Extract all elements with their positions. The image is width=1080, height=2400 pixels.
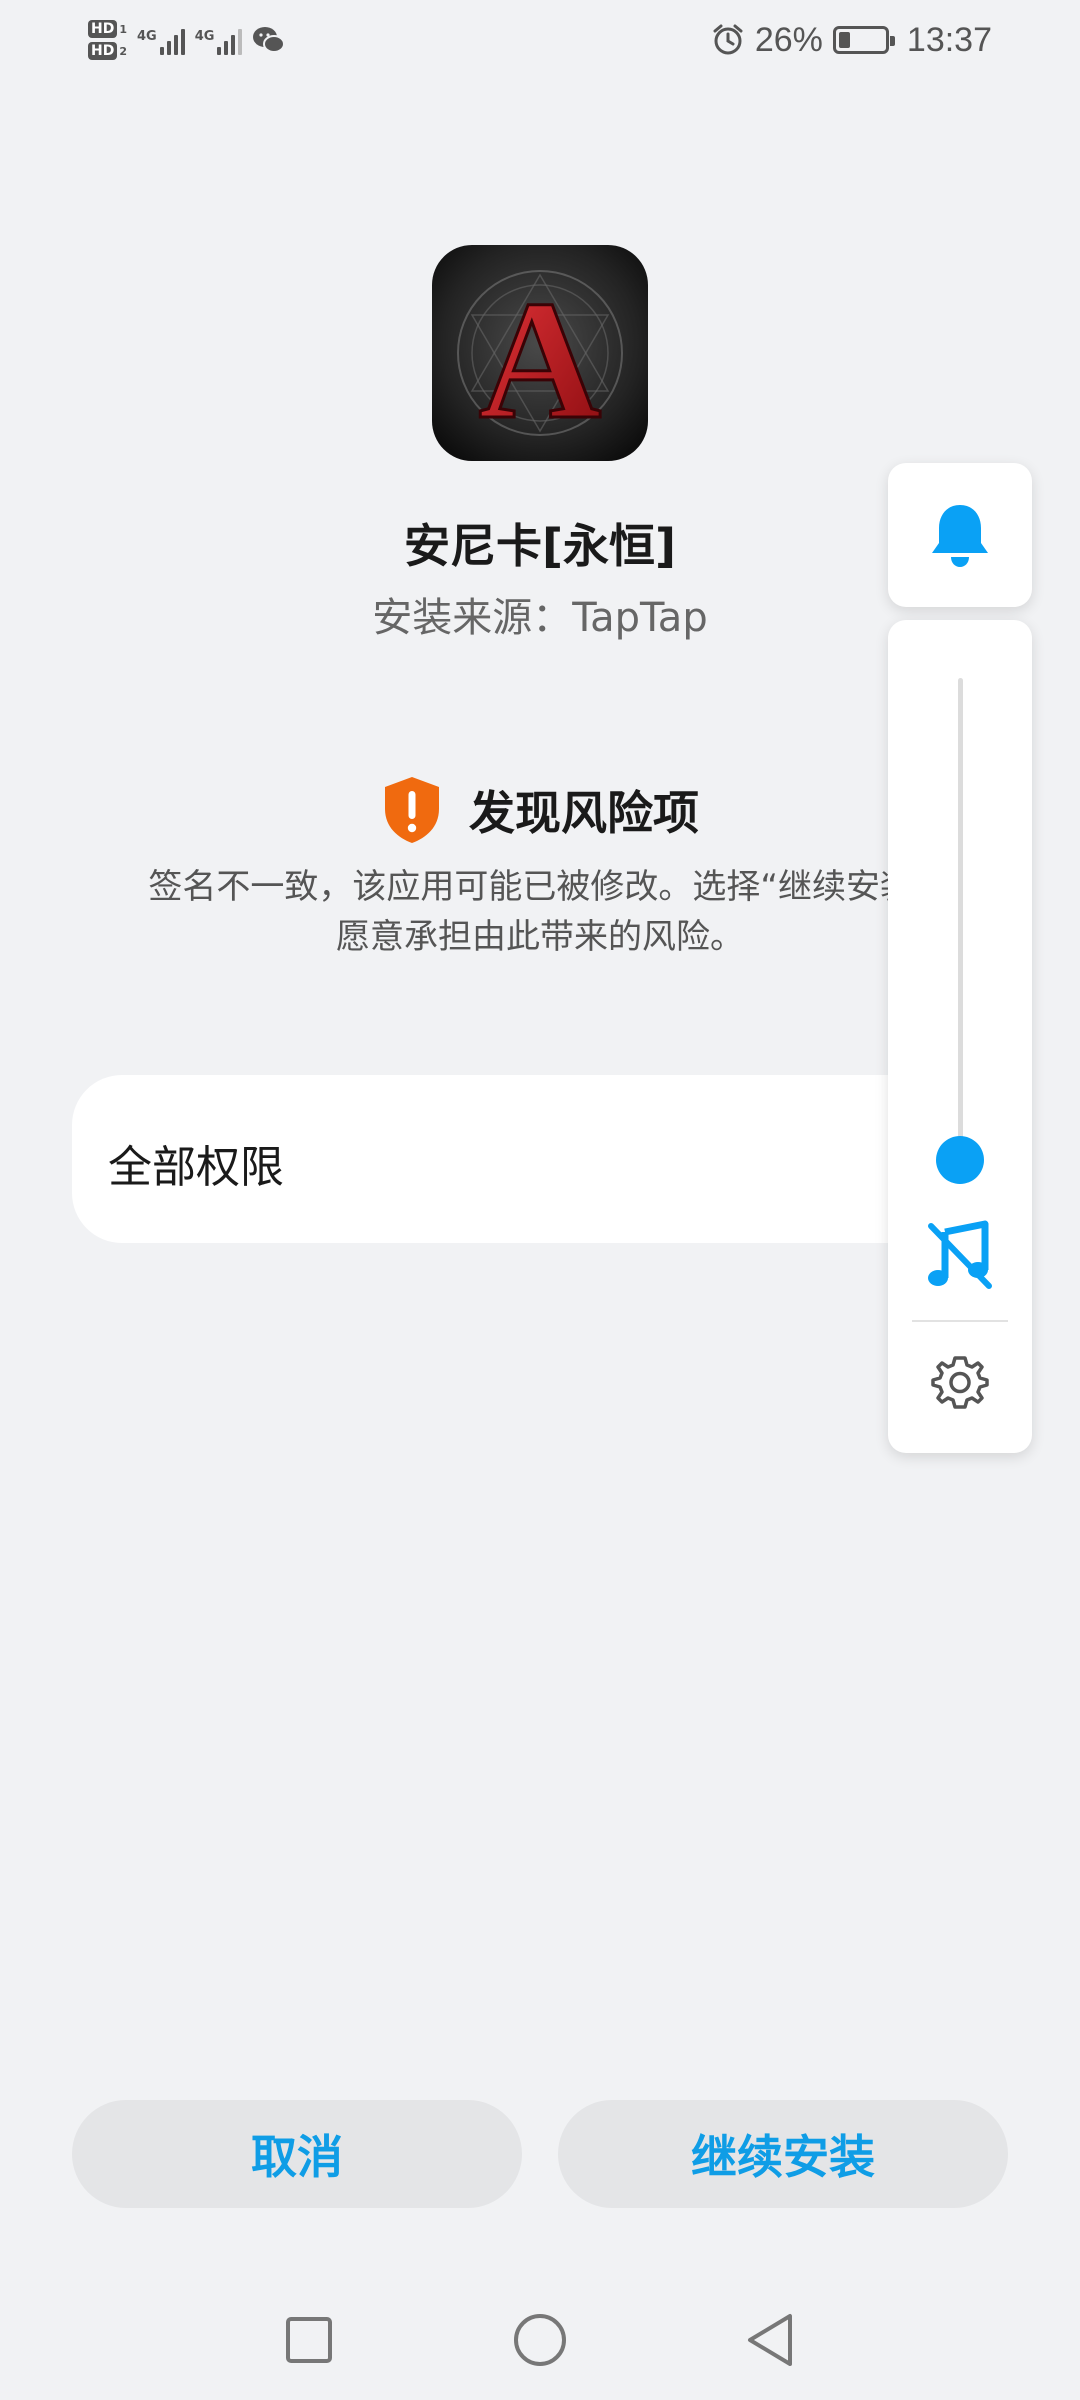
network2-label: 4G	[194, 29, 215, 44]
signal-2: 4G	[195, 25, 243, 55]
ringer-mode-button[interactable]	[888, 463, 1032, 607]
alarm-icon	[713, 24, 743, 55]
battery-icon	[832, 26, 895, 54]
cancel-button[interactable]: 取消	[72, 2100, 522, 2208]
signal-1: 4G	[137, 25, 185, 55]
volume-slider-track[interactable]	[958, 678, 963, 1160]
sim1-index: 1	[119, 22, 127, 36]
risk-description-line1: 签名不一致，该应用可能已被修改。选择“继续安装”	[148, 867, 932, 907]
sim2-hd-label: HD	[88, 42, 118, 60]
music-muted-icon[interactable]	[925, 1220, 995, 1290]
signal-icon	[159, 25, 185, 55]
sim1-hd-badge: HD 1	[88, 20, 127, 38]
battery-fill	[838, 32, 851, 48]
risk-description-line2: 愿意承担由此带来的风险。	[336, 917, 744, 957]
clock-time: 13:37	[906, 20, 992, 59]
continue-install-button[interactable]: 继续安装	[558, 2100, 1008, 2208]
network1-label: 4G	[137, 29, 157, 44]
recent-apps-button[interactable]	[274, 2305, 344, 2375]
permissions-label: 全部权限	[108, 1142, 284, 1193]
app-icon: A	[432, 245, 648, 461]
risk-description: 签名不一致，该应用可能已被修改。选择“继续安装” 愿意承担由此带来的风险。	[60, 862, 1020, 962]
home-button[interactable]	[505, 2305, 575, 2375]
signal-icon	[217, 25, 243, 55]
volume-panel-divider	[912, 1320, 1008, 1322]
gear-icon[interactable]	[930, 1352, 990, 1412]
app-icon-letter: A	[479, 266, 602, 454]
status-left: HD 1 HD 2 4G 4G	[88, 10, 286, 70]
sim1-hd-label: HD	[88, 20, 118, 38]
sim2-index: 2	[119, 44, 127, 58]
screen: HD 1 HD 2 4G 4G 26% 13:37 A 安尼卡[永恒] 安装来源…	[0, 0, 1080, 2400]
status-right: 26% 13:37	[711, 10, 992, 70]
status-bar: HD 1 HD 2 4G 4G 26% 13:37	[0, 0, 1080, 80]
home-icon	[514, 2314, 566, 2366]
wechat-icon	[253, 27, 286, 53]
sim2-hd-badge: HD 2	[88, 42, 127, 60]
risk-title: 发现风险项	[469, 786, 699, 840]
back-button[interactable]	[735, 2305, 805, 2375]
volume-slider-thumb[interactable]	[936, 1136, 984, 1184]
all-permissions-row[interactable]: 全部权限 4	[72, 1075, 1008, 1243]
sim-badges: HD 1 HD 2	[88, 20, 127, 60]
warning-shield-icon	[385, 777, 439, 843]
battery-percent: 26%	[754, 20, 823, 59]
volume-panel	[888, 620, 1032, 1453]
recent-apps-icon	[286, 2317, 332, 2363]
bell-icon	[932, 505, 988, 567]
back-icon	[748, 2314, 792, 2366]
